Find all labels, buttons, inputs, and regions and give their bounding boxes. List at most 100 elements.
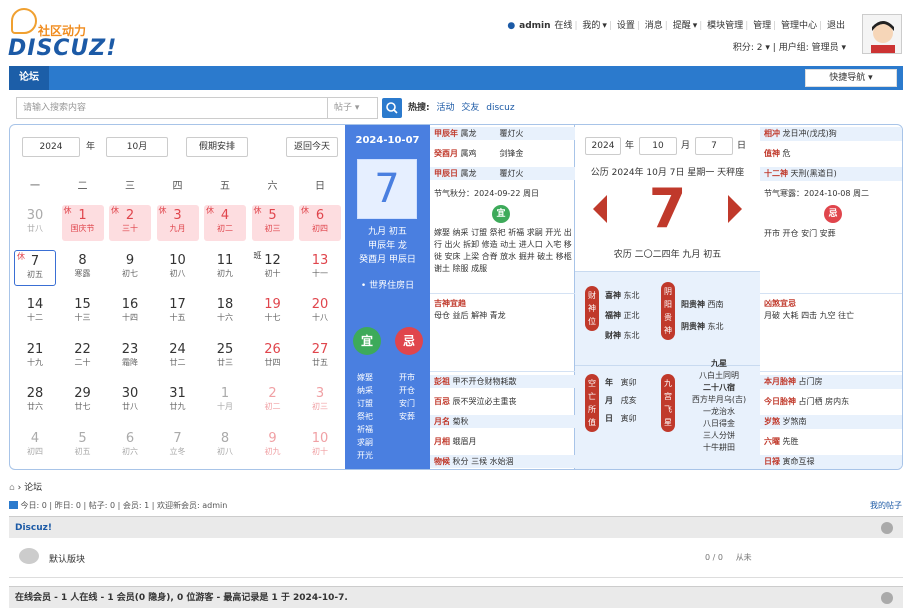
calendar-day[interactable]: 3 初三 [299,383,341,419]
calendar-day[interactable]: 9 初七 [109,250,151,286]
day-number: 18 [216,297,234,312]
day-lunar: 十二 [27,313,43,322]
calendar-day[interactable]: 13 十一 [299,250,341,286]
day-number: 24 [169,341,186,357]
hot-link[interactable]: 交友 [461,103,479,113]
center-year-input[interactable]: 2024 [585,137,621,155]
calendar-day[interactable]: 5 初五 [62,428,104,464]
calendar-day[interactable]: 11 初九 [204,250,246,286]
calendar-day[interactable]: 10 初八 [157,250,199,286]
forum-bubble-icon [19,548,39,564]
calendar-day[interactable]: 4 初四 [14,428,56,464]
day-number: 9 [268,430,277,446]
calendar-day[interactable]: 休 4 初二 [204,205,246,241]
year-unit: 年 [86,142,96,152]
day-lunar: 十五 [169,313,186,322]
messages-link[interactable]: 消息 [645,21,663,31]
calendar-day[interactable]: 27 廿五 [299,339,341,375]
center-month-input[interactable]: 10 [639,137,677,155]
admin-center-link[interactable]: 管理中心 [781,21,817,31]
day-lunar: 立冬 [169,446,186,456]
calendar-day[interactable]: 17 十五 [157,294,199,330]
back-today-button[interactable]: 返回今天 [286,137,338,157]
calendar-day[interactable]: 2 初二 [252,383,294,419]
usergroup-menu[interactable]: 用户组: 管理员 [779,43,839,53]
yi-item: 纳采 [357,386,373,395]
hot-label: 热搜: [408,103,430,113]
ji-item: 开市 [399,373,415,382]
calendar-day[interactable]: 25 廿三 [204,339,246,375]
home-icon[interactable]: ⌂ [9,483,15,493]
center-day-input[interactable]: 7 [695,137,733,155]
tai-row: 本月胎神 占门房 [760,375,902,389]
yi-item: 祭祀 [357,412,373,421]
calendar-day[interactable]: 30 廿八 [109,383,151,419]
breadcrumb-forum[interactable]: 论坛 [24,483,42,493]
calendar-day[interactable]: 31 廿九 [157,383,199,419]
remind-menu[interactable]: 提醒 [673,21,691,31]
calendar-day[interactable]: 28 廿六 [14,383,56,419]
day-lunar: 初五 [27,269,43,279]
center-month-unit: 月 [681,141,691,151]
manage-link[interactable]: 管理 [753,21,771,31]
my-posts-link[interactable]: 我的帖子 [870,500,902,511]
calendar-day[interactable]: 18 十六 [204,294,246,330]
username-link[interactable]: admin [519,21,550,31]
calendar-day[interactable]: 1 十月 [204,383,246,419]
avatar[interactable] [862,14,902,54]
search-scope-select[interactable]: 帖子 ▾ [328,97,378,119]
quick-nav-button[interactable]: 快捷导航 ▾ [805,69,897,87]
tab-forum[interactable]: 论坛 [9,66,49,90]
jishen-text: 母仓 益后 解神 青龙 [434,311,506,320]
calendar-day[interactable]: 20 十八 [299,294,341,330]
logo[interactable]: 社区动力 DISCUZ! [8,8,118,61]
calendar-day[interactable]: 6 初六 [109,428,151,464]
hot-link[interactable]: discuz [486,103,514,113]
calendar-day[interactable]: 休 3 九月 [156,205,199,241]
calendar-day[interactable]: 14 十二 [14,294,56,330]
next-day-arrow[interactable] [728,195,742,223]
liuyao-row: 六曜 先胜 [764,437,799,446]
calendar-day[interactable]: 15 十三 [62,294,104,330]
calendar-day[interactable]: 8 寒露 [62,250,104,286]
logout-link[interactable]: 退出 [827,21,845,31]
search-input[interactable]: 请输入搜索内容 [16,97,328,119]
calendar-day[interactable]: 19 十七 [252,294,294,330]
zhishen-row: 值神 危 [764,149,791,158]
calendar-day[interactable]: 29 廿七 [62,383,104,419]
calendar-day[interactable]: 16 十四 [109,294,151,330]
collapse-icon[interactable] [881,592,893,604]
calendar-day[interactable]: 休 1 国庆节 [61,205,104,241]
jiugong-pill: 九宫飞星 [661,374,675,432]
chong-row: 相冲 龙日冲(戊戌)狗 [760,127,902,141]
calendar-day[interactable]: 休 2 三十 [109,205,151,241]
calendar-day[interactable]: 休 5 初三 [251,205,294,241]
calendar-day[interactable]: 26 廿四 [252,339,294,375]
settings-link[interactable]: 设置 [617,21,635,31]
calendar-day[interactable]: 21 十九 [14,339,56,375]
points-menu[interactable]: 积分: 2 [733,43,763,53]
forum-name[interactable]: 默认版块 [49,552,85,565]
my-menu[interactable]: 我的 [582,21,600,31]
calendar-day[interactable]: 班 12 初十 [252,250,294,286]
hot-link[interactable]: 活动 [436,103,454,113]
calendar-day[interactable]: 7 立冬 [157,428,199,464]
calendar-day[interactable]: 9 初九 [252,428,294,464]
modules-link[interactable]: 模块管理 [707,21,743,31]
year-select[interactable]: 2024 [22,137,80,157]
calendar-day[interactable]: 23 霜降 [109,339,151,375]
calendar-day[interactable]: 22 二十 [62,339,104,375]
calendar-day[interactable]: 休 7 初五 [14,249,56,286]
collapse-icon[interactable] [881,522,893,534]
day-number: 22 [74,341,91,357]
calendar-day[interactable]: 休 6 初四 [299,205,341,241]
calendar-day[interactable]: 10 初十 [299,428,341,464]
calendar-day[interactable]: 24 廿二 [157,339,199,375]
holiday-select[interactable]: 假期安排 [186,137,248,157]
calendar-day[interactable]: 8 初八 [204,428,246,464]
search-button[interactable] [382,98,402,118]
calendar-day[interactable]: 30 廿八 [14,205,56,241]
weekday-header: 二 [77,181,88,192]
forum-section-header[interactable]: Discuz! [9,516,903,538]
month-select[interactable]: 10月 [106,137,168,157]
